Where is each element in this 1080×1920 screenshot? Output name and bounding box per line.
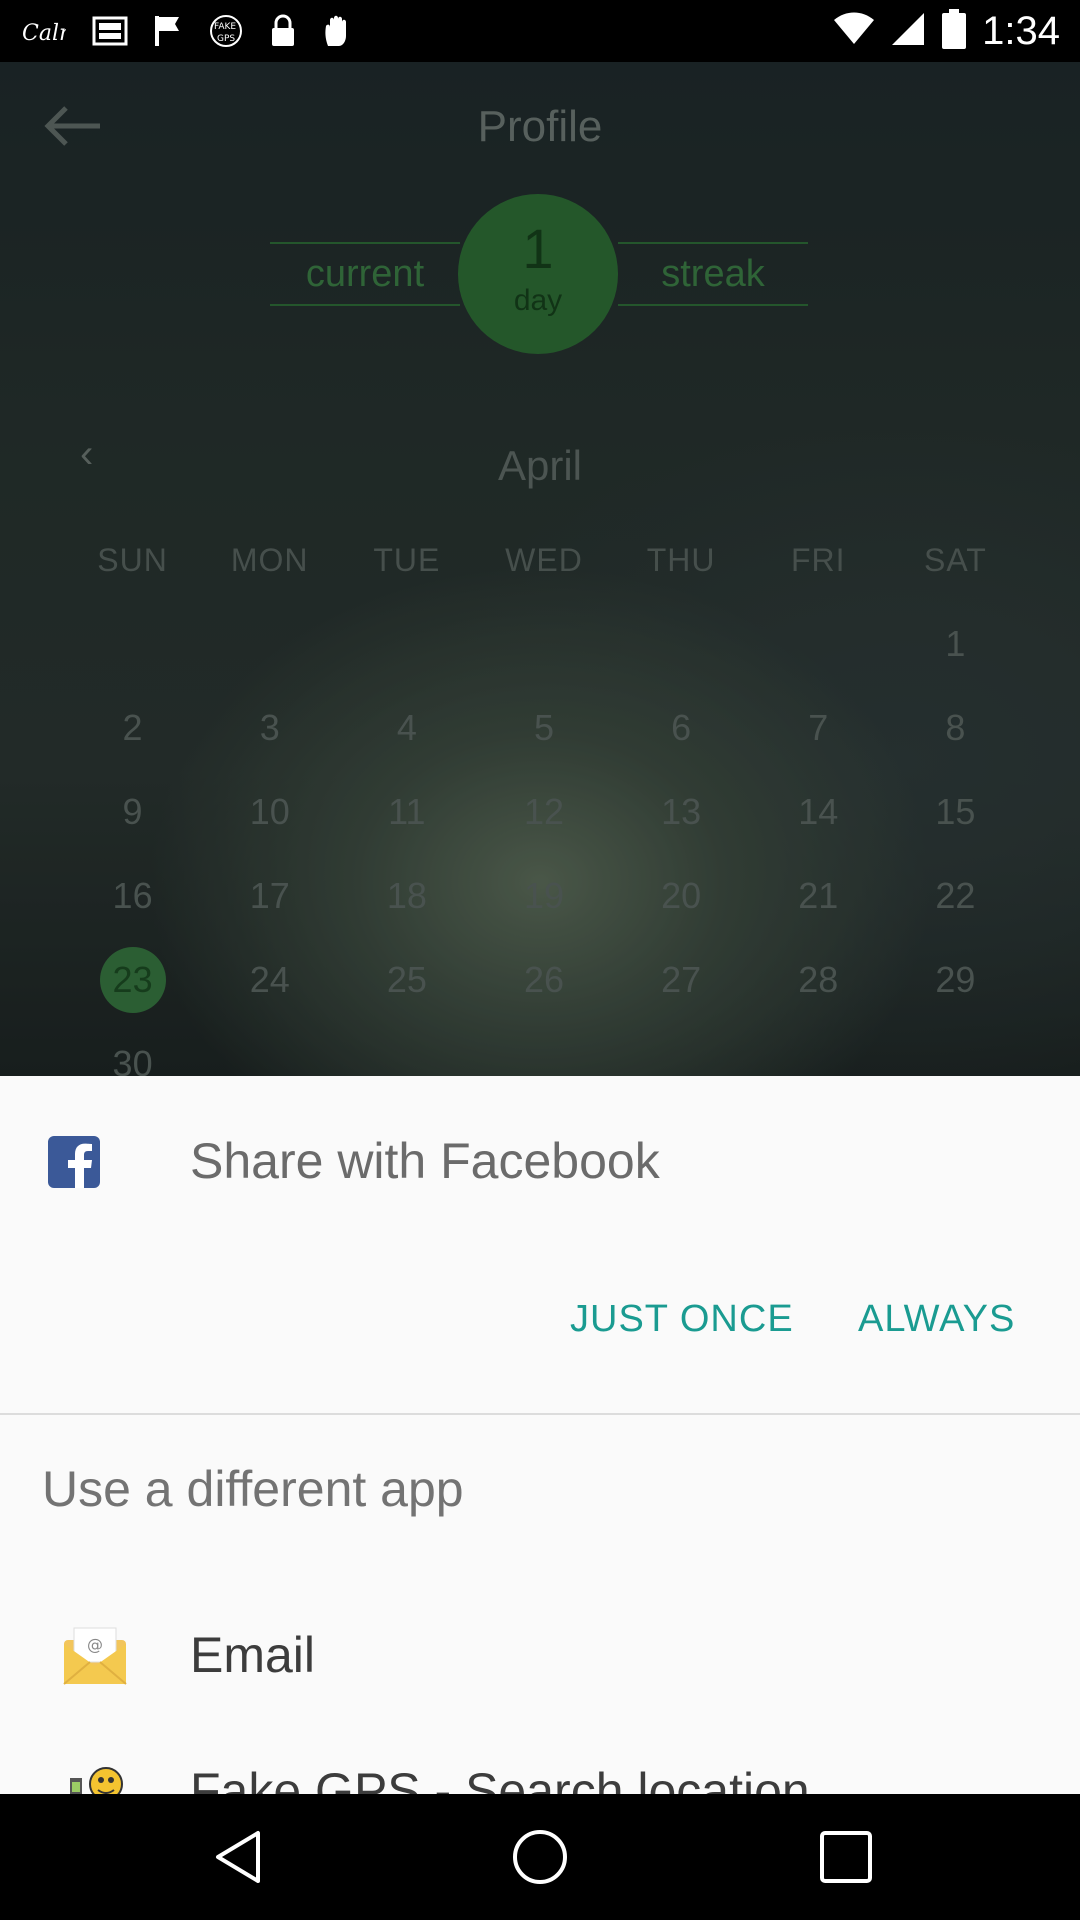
back-icon[interactable] — [210, 1827, 270, 1887]
signal-icon — [890, 11, 926, 52]
navigation-bar — [0, 1794, 1080, 1920]
fake-gps-icon: FAKE GPS — [208, 13, 244, 49]
share-sheet: Share with Facebook JUST ONCE ALWAYS Use… — [0, 1076, 1080, 1794]
just-once-button[interactable]: JUST ONCE — [570, 1298, 794, 1341]
notification-icons: Calm FAKE GPS — [22, 10, 354, 52]
system-status: 1:34 — [834, 6, 1060, 56]
always-button[interactable]: ALWAYS — [858, 1298, 1015, 1341]
recents-icon[interactable] — [816, 1827, 876, 1887]
divider — [0, 1413, 1080, 1415]
profile-screen: Profile current streak 1 day ‹ April SUN… — [0, 62, 1080, 1076]
image-icon — [92, 13, 128, 49]
flag-icon — [154, 13, 182, 49]
app-option-email[interactable]: @ Email — [0, 1596, 1080, 1716]
facebook-icon — [48, 1136, 100, 1188]
calm-app-icon: Calm — [22, 13, 66, 49]
svg-text:FAKE: FAKE — [214, 22, 236, 32]
scrim[interactable] — [0, 62, 1080, 1076]
clock: 1:34 — [982, 8, 1060, 53]
home-icon[interactable] — [510, 1827, 570, 1887]
svg-text:Calm: Calm — [22, 21, 66, 46]
wifi-icon — [834, 12, 875, 51]
email-envelope-icon: @ — [60, 1624, 130, 1688]
app-option-fake-gps[interactable]: Fake GPS - Search location — [0, 1732, 1080, 1794]
battery-icon — [942, 8, 967, 54]
lock-icon — [270, 13, 296, 49]
use-different-app-heading: Use a different app — [42, 1461, 464, 1517]
status-bar: Calm FAKE GPS 1:34 — [0, 0, 1080, 62]
app-label: Fake GPS - Search location — [190, 1763, 810, 1794]
share-title: Share with Facebook — [190, 1133, 660, 1189]
calendar-day[interactable]: 23 — [64, 947, 201, 1013]
svg-text:GPS: GPS — [217, 34, 235, 44]
svg-text:@: @ — [87, 1635, 103, 1654]
hand-icon — [322, 13, 354, 49]
app-label: Email — [190, 1627, 316, 1683]
fake-gps-app-icon — [60, 1760, 130, 1794]
